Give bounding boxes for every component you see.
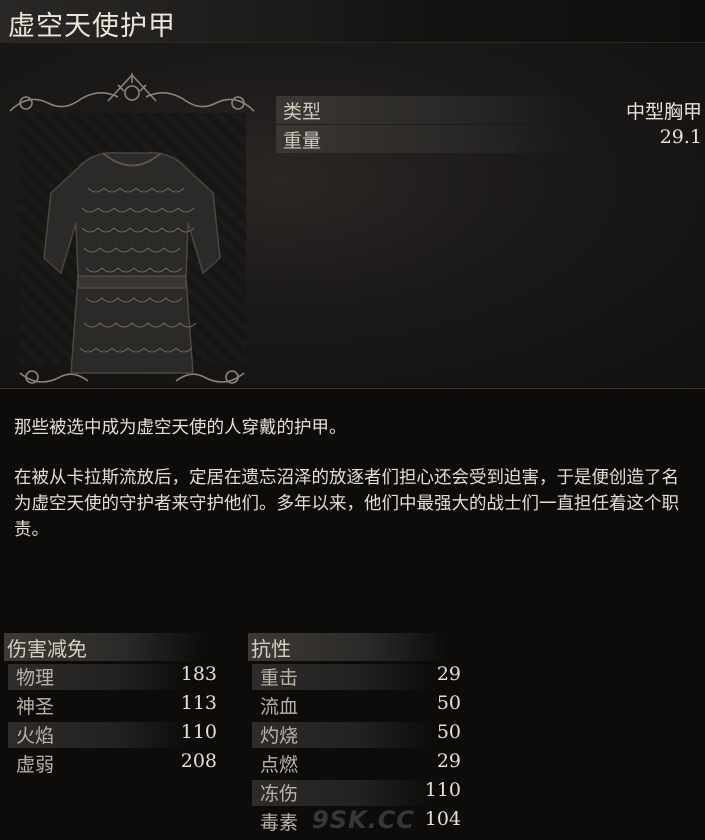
table-row: 火焰 110	[0, 721, 217, 749]
stat-label: 重量	[283, 130, 322, 152]
table-row: 流血 50	[260, 692, 461, 718]
table-row: 冻伤 110	[244, 779, 461, 807]
description-paragraph: 在被从卡拉斯流放后，定居在遗忘沼泽的放逐者们担心还会受到迫害，于是便创造了名为虚…	[14, 468, 679, 540]
description-line: 那些被选中成为虚空天使的人穿戴的护甲。	[14, 418, 347, 438]
item-image-frame	[8, 73, 256, 403]
stat-label: 类型	[283, 101, 322, 123]
table-row: 点燃 29	[260, 750, 461, 776]
resistance-header: 抗性	[248, 633, 448, 661]
table-row: 灼烧 50	[244, 721, 461, 749]
table-row: 重击 29	[244, 663, 461, 691]
item-overview-panel: 类型 中型胸甲 重量 29.1	[0, 43, 705, 387]
title-bar: 虚空天使护甲	[0, 0, 705, 43]
stat-value: 29.1	[659, 126, 702, 148]
table-row: 物理 183	[0, 663, 217, 691]
stat-value: 中型胸甲	[625, 101, 702, 123]
ornate-frame-icon	[9, 73, 255, 384]
item-name: 虚空天使护甲	[8, 11, 176, 42]
table-row: 神圣 113	[16, 692, 217, 718]
damage-reduction-header: 伤害减免	[4, 633, 204, 661]
stat-row-type: 类型 中型胸甲	[276, 96, 705, 124]
stat-row-weight: 重量 29.1	[276, 125, 705, 153]
watermark: 9SK.CC	[312, 806, 415, 834]
table-row: 虚弱 208	[16, 750, 217, 776]
armor-chest-icon	[43, 152, 221, 374]
description-panel: 那些被选中成为虚空天使的人穿戴的护甲。 在被从卡拉斯流放后，定居在遗忘沼泽的放逐…	[0, 388, 705, 840]
